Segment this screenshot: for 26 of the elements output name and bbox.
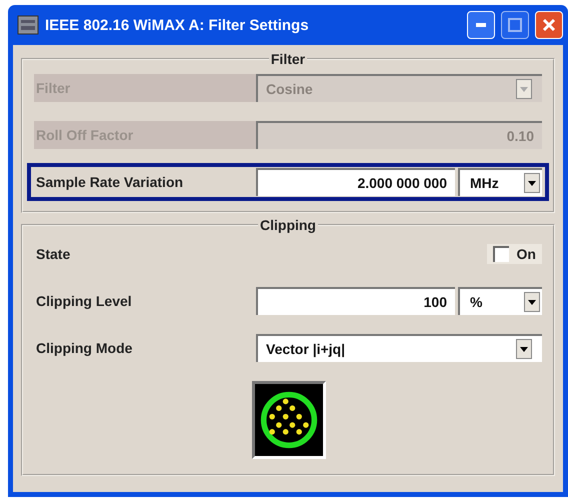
minimize-button[interactable] bbox=[467, 11, 495, 39]
number-field[interactable]: 2.000 000 000 bbox=[256, 168, 455, 196]
constellation-icon bbox=[259, 389, 319, 451]
field-label: Sample Rate Variation bbox=[35, 173, 184, 192]
group-title: Clipping bbox=[259, 217, 317, 233]
close-icon bbox=[542, 18, 556, 32]
field-label: State bbox=[35, 245, 72, 264]
close-button[interactable] bbox=[535, 11, 563, 39]
dropdown[interactable]: Vector |i+jq| bbox=[256, 334, 542, 362]
app-icon bbox=[17, 14, 39, 36]
unit-dropdown[interactable]: % bbox=[458, 287, 542, 315]
minimize-icon bbox=[476, 23, 486, 27]
unit-dropdown[interactable]: MHz bbox=[458, 168, 542, 196]
dropdown-arrow-icon[interactable] bbox=[528, 180, 536, 186]
dropdown-arrow-icon[interactable] bbox=[520, 346, 528, 352]
checkbox-label: On bbox=[516, 246, 536, 262]
maximize-icon bbox=[508, 18, 522, 32]
constellation-button[interactable] bbox=[252, 381, 326, 459]
checkbox[interactable] bbox=[492, 246, 509, 262]
maximize-button[interactable] bbox=[501, 11, 529, 39]
field-label: Clipping Level bbox=[35, 292, 133, 311]
group-title: Filter bbox=[270, 51, 306, 67]
window-title: IEEE 802.16 WiMAX A: Filter Settings bbox=[45, 16, 310, 34]
number-field[interactable]: 100 bbox=[256, 287, 455, 315]
field-label: Clipping Mode bbox=[35, 339, 134, 358]
dropdown-arrow-icon[interactable] bbox=[528, 300, 536, 304]
